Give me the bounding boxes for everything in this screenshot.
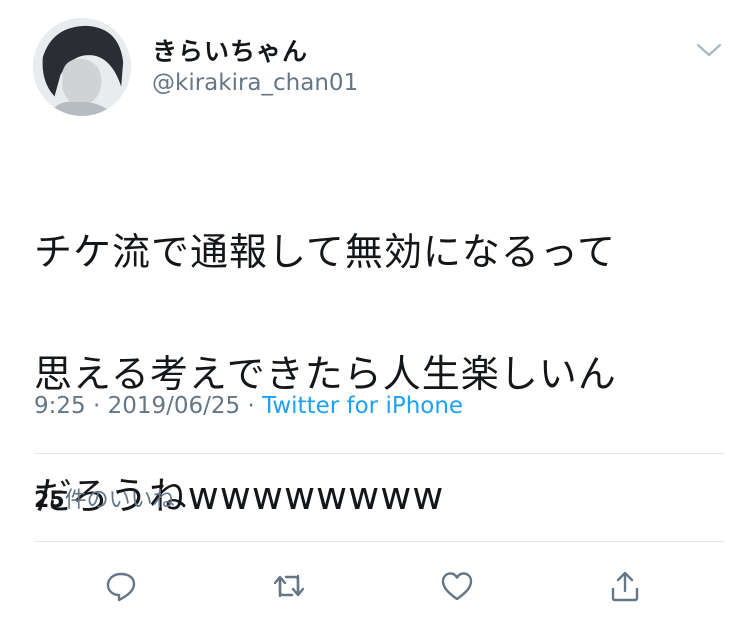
retweet-icon xyxy=(273,574,305,598)
tweet-source-link[interactable]: Twitter for iPhone xyxy=(262,393,463,419)
display-name[interactable]: きらいちゃん xyxy=(152,32,308,68)
heart-icon xyxy=(441,572,473,601)
tweet-text: チケ流で通報して無効になるって 思える考えできたら人生楽しいん だろうねwwww… xyxy=(34,161,724,588)
tweet-text-line: チケ流で通報して無効になるって xyxy=(34,230,616,274)
divider xyxy=(34,541,724,542)
meta-separator: · xyxy=(85,393,108,419)
chevron-down-icon[interactable] xyxy=(695,40,723,60)
user-handle[interactable]: @kirakira_chan01 xyxy=(152,70,358,96)
tweet-time: 9:25 xyxy=(34,393,86,419)
reply-icon xyxy=(106,572,136,602)
meta-separator: · xyxy=(240,393,263,419)
share-button[interactable] xyxy=(604,565,646,607)
tweet-meta: 9:25 · 2019/06/25 · Twitter for iPhone xyxy=(34,393,463,419)
avatar-image xyxy=(33,18,131,116)
retweet-button[interactable] xyxy=(268,565,310,607)
likes-count: 25 xyxy=(34,488,65,513)
like-button[interactable] xyxy=(436,565,478,607)
share-icon xyxy=(611,571,639,602)
avatar[interactable] xyxy=(33,18,131,116)
tweet-date: 2019/06/25 xyxy=(107,393,241,419)
likes-stat[interactable]: 25件のいいね xyxy=(34,482,175,514)
likes-label: 件のいいね xyxy=(64,488,175,513)
divider xyxy=(34,453,724,454)
reply-button[interactable] xyxy=(100,565,142,607)
